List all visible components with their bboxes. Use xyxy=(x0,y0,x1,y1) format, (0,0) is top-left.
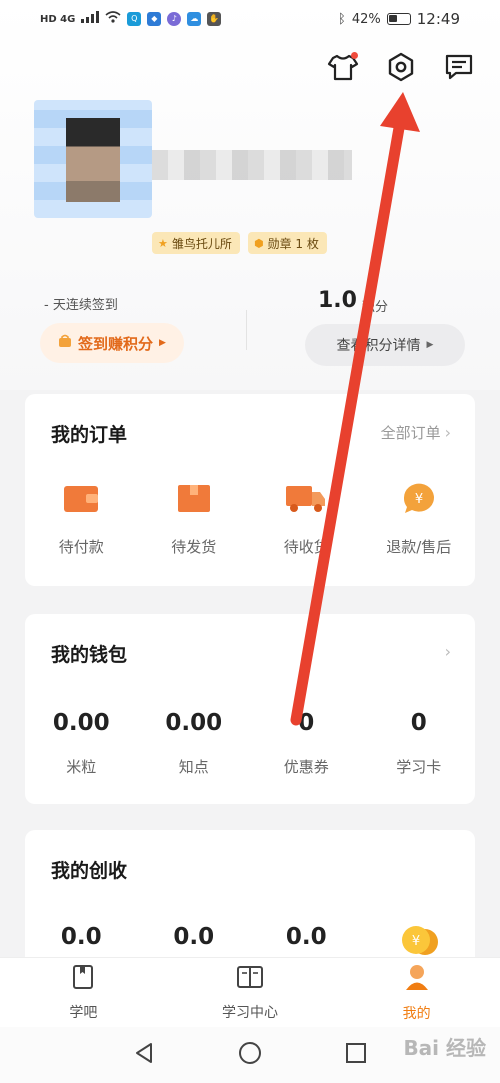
svg-text:¥: ¥ xyxy=(415,492,423,507)
points-value: 1.0 xyxy=(318,288,357,313)
signal-icon xyxy=(81,11,100,27)
chevron-right-icon: › xyxy=(444,423,451,442)
clock: 12:49 xyxy=(416,10,460,28)
points-unit: 积分 xyxy=(362,300,389,315)
bag-icon xyxy=(58,334,72,352)
wallet-item[interactable]: 0.00 知点 xyxy=(138,710,251,777)
wallet-card: 我的钱包 › 0.00 米粒 0.00 知点 0 优惠券 0 学习卡 xyxy=(25,614,475,804)
app-notification-icon: ◆ xyxy=(147,12,162,26)
points-detail-label: 查看积分详情 xyxy=(336,338,421,354)
income-value: 0.0 xyxy=(285,924,327,950)
income-title: 我的创收 xyxy=(51,860,128,882)
battery-icon xyxy=(386,13,411,25)
wallet-value: 0 xyxy=(298,710,315,736)
order-item-label: 待发货 xyxy=(171,538,217,556)
shirt-icon[interactable] xyxy=(326,50,360,84)
orders-title: 我的订单 xyxy=(51,424,128,446)
tab-mine[interactable]: 我的 xyxy=(333,958,500,1027)
username-blurred xyxy=(152,150,352,180)
wallet-label: 学习卡 xyxy=(396,758,442,776)
bookmark-icon xyxy=(70,964,96,994)
tab-label: 学习中心 xyxy=(222,1004,278,1021)
points-detail-button[interactable]: 查看积分详情 ▶ xyxy=(305,324,465,366)
app-notification-icon: ☁ xyxy=(187,12,202,26)
book-icon xyxy=(236,964,264,994)
badge-medals[interactable]: ⬢ 勋章 1 枚 xyxy=(248,232,327,254)
income-card: 我的创收 0.0 0.0 0.0 ¥ xyxy=(25,830,475,970)
message-icon[interactable] xyxy=(442,50,476,84)
order-item-label: 待付款 xyxy=(58,538,104,556)
checkin-streak: - 天连续签到 xyxy=(44,298,118,313)
recents-icon[interactable] xyxy=(344,1041,368,1069)
income-value: 0.0 xyxy=(60,924,102,950)
order-status-row: 待付款 待发货 待收货 ¥ 退款/售后 xyxy=(25,482,475,557)
truck-icon xyxy=(285,482,327,518)
person-icon xyxy=(404,963,430,995)
app-notification-icon: ✋ xyxy=(207,12,222,26)
divider xyxy=(246,310,247,350)
chevron-right-icon: › xyxy=(444,642,451,661)
refund-icon: ¥ xyxy=(400,482,438,518)
order-refund[interactable]: ¥ 退款/售后 xyxy=(363,482,476,557)
order-pending-payment[interactable]: 待付款 xyxy=(25,482,138,557)
svg-text:¥: ¥ xyxy=(412,934,420,949)
wallet-item[interactable]: 0 学习卡 xyxy=(363,710,476,777)
status-bar: HD 4G Q ◆ ♪ ☁ ✋ ᛒ 42% 12:49 xyxy=(0,0,500,38)
wallet-label: 优惠券 xyxy=(283,758,329,776)
notification-dot xyxy=(351,52,358,59)
wallet-label: 知点 xyxy=(178,758,209,776)
star-icon: ★ xyxy=(158,236,168,250)
triangle-right-icon: ▶ xyxy=(426,340,434,350)
network-indicator: HD 4G xyxy=(40,13,76,25)
badge-medals-label: 勋章 1 枚 xyxy=(267,236,319,251)
tab-study-center[interactable]: 学习中心 xyxy=(167,958,334,1027)
order-pending-shipment[interactable]: 待发货 xyxy=(138,482,251,557)
box-icon xyxy=(175,482,213,518)
bottom-tab-bar: 学吧 学习中心 我的 xyxy=(0,957,500,1027)
checkin-button[interactable]: 签到赚积分 ▶ xyxy=(40,323,184,363)
order-item-label: 退款/售后 xyxy=(386,538,452,556)
orders-card: 我的订单 全部订单 › 待付款 待发货 待收货 ¥ 退款/售后 xyxy=(25,394,475,586)
wallet-link[interactable]: › xyxy=(445,642,451,661)
tab-label: 学吧 xyxy=(69,1004,98,1021)
badge-level[interactable]: ★ 雏鸟托儿所 xyxy=(152,232,240,254)
wallet-label: 米粒 xyxy=(66,758,97,776)
home-icon[interactable] xyxy=(238,1041,262,1069)
top-toolbar xyxy=(326,50,476,84)
all-orders-link[interactable]: 全部订单 › xyxy=(381,422,451,443)
wifi-icon xyxy=(105,11,121,27)
watermark: Bai 经验 xyxy=(403,1036,486,1060)
medal-icon: ⬢ xyxy=(254,236,264,250)
avatar[interactable] xyxy=(34,100,152,218)
app-notification-icon: Q xyxy=(127,12,142,26)
wallet-icon xyxy=(62,482,100,518)
all-orders-label: 全部订单 xyxy=(380,424,441,442)
wallet-values-row: 0.00 米粒 0.00 知点 0 优惠券 0 学习卡 xyxy=(25,710,475,777)
tab-label: 我的 xyxy=(402,1005,431,1022)
order-item-label: 待收货 xyxy=(283,538,329,556)
bluetooth-icon: ᛒ xyxy=(338,11,346,27)
triangle-right-icon: ▶ xyxy=(159,338,166,348)
tab-xueba[interactable]: 学吧 xyxy=(0,958,167,1027)
battery-percent: 42% xyxy=(351,11,381,27)
wallet-item[interactable]: 0 优惠券 xyxy=(250,710,363,777)
gear-icon[interactable] xyxy=(384,50,418,84)
avatar-image xyxy=(66,118,120,202)
status-right: ᛒ 42% 12:49 xyxy=(338,10,460,28)
wallet-item[interactable]: 0.00 米粒 xyxy=(25,710,138,777)
wallet-value: 0.00 xyxy=(165,710,223,736)
back-icon[interactable] xyxy=(132,1041,156,1069)
app-notification-icon: ♪ xyxy=(167,12,182,26)
wallet-value: 0 xyxy=(410,710,427,736)
checkin-button-label: 签到赚积分 xyxy=(78,334,154,353)
order-pending-receipt[interactable]: 待收货 xyxy=(250,482,363,557)
wallet-title: 我的钱包 xyxy=(51,644,128,666)
income-value: 0.0 xyxy=(173,924,215,950)
badge-level-label: 雏鸟托儿所 xyxy=(171,236,232,251)
wallet-value: 0.00 xyxy=(52,710,110,736)
status-left: HD 4G Q ◆ ♪ ☁ ✋ xyxy=(40,11,222,27)
